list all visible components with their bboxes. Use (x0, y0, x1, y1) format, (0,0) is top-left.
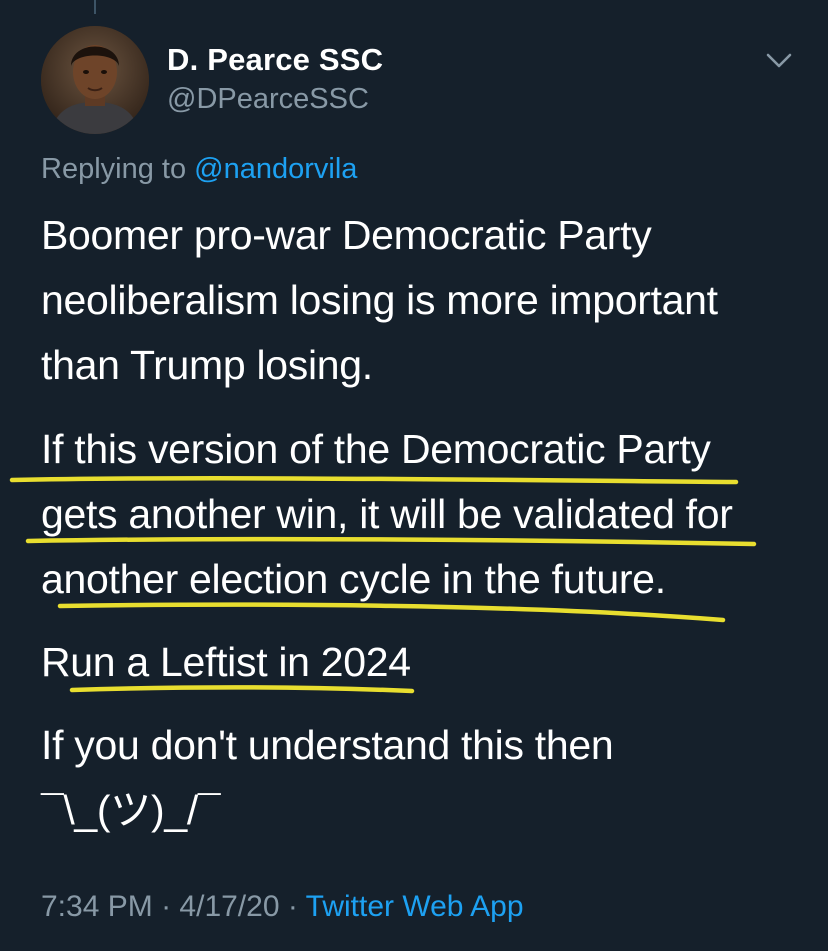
profile-photo-icon (41, 26, 149, 134)
meta-separator: · (287, 890, 298, 923)
tweet-text-line: If you don't understand this then (41, 722, 614, 768)
replying-to-label: Replying to (41, 153, 187, 185)
tweet-paragraph-3: Run a Leftist in 2024 (41, 630, 411, 695)
tweet-text-line: Run a Leftist in 2024 (41, 639, 411, 685)
thread-connector-line (94, 0, 96, 14)
tweet-paragraph-4: If you don't understand this then ¯\_(ツ)… (41, 713, 614, 843)
tweet-paragraph-2: If this version of the Democratic Party … (41, 417, 733, 612)
author-handle[interactable]: @DPearceSSC (167, 83, 369, 116)
tweet-text-line: than Trump losing. (41, 342, 373, 388)
tweet-paragraph-1: Boomer pro-war Democratic Party neoliber… (41, 203, 718, 398)
tweet-text-line: If this version of the Democratic Party (41, 426, 711, 472)
chevron-down-icon (766, 53, 792, 68)
meta-separator: · (161, 890, 172, 923)
replying-to: Replying to @nandorvila (41, 153, 357, 186)
tweet-source-app[interactable]: Twitter Web App (306, 890, 524, 923)
tweet-date[interactable]: 4/17/20 (179, 890, 279, 923)
tweet-text-line: neoliberalism losing is more important (41, 277, 718, 323)
author-display-name[interactable]: D. Pearce SSC (167, 42, 383, 78)
tweet-text-line: another election cycle in the future. (41, 556, 666, 602)
tweet-meta: 7:34 PM · 4/17/20 · Twitter Web App (41, 890, 524, 924)
tweet-time[interactable]: 7:34 PM (41, 890, 153, 923)
avatar[interactable] (41, 26, 149, 134)
tweet-text-line: ¯\_(ツ)_/¯ (41, 787, 221, 833)
tweet-text-line: gets another win, it will be validated f… (41, 491, 733, 537)
reply-mention-link[interactable]: @nandorvila (194, 153, 357, 185)
tweet-text-line: Boomer pro-war Democratic Party (41, 212, 652, 258)
tweet-menu-button[interactable] (764, 48, 794, 72)
